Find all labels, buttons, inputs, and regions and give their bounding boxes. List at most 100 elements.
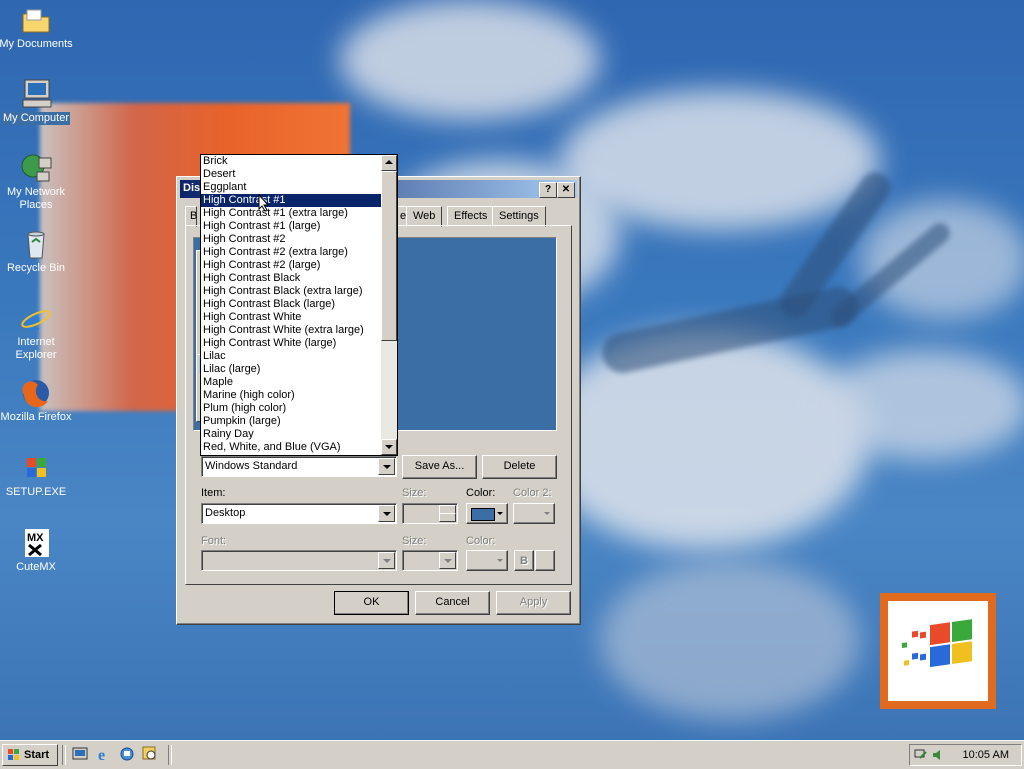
item-select[interactable]: Desktop bbox=[201, 503, 397, 524]
scheme-list-item[interactable]: Eggplant bbox=[201, 181, 381, 194]
ie-quicklaunch-icon[interactable]: e bbox=[96, 746, 112, 764]
clock[interactable]: 10:05 AM bbox=[963, 749, 1009, 761]
scheme-list[interactable]: Brick Desert Eggplant High Contrast #1 High … bbox=[201, 155, 381, 455]
scheme-list-item[interactable]: Marine (high color) bbox=[201, 389, 381, 402]
scheme-list-item[interactable]: Plum (high color) bbox=[201, 402, 381, 415]
scheme-list-item[interactable]: High Contrast Black bbox=[201, 272, 381, 285]
chevron-down-icon bbox=[439, 552, 456, 569]
scheme-list-item[interactable]: High Contrast White (extra large) bbox=[201, 324, 381, 337]
scheme-list-item[interactable]: High Contrast #2 bbox=[201, 233, 381, 246]
size-spinner bbox=[402, 503, 458, 524]
font-color-button bbox=[466, 550, 508, 571]
computer-icon bbox=[19, 78, 53, 110]
scheme-list-item[interactable]: High Contrast #1 bbox=[201, 194, 381, 207]
scheme-list-item[interactable]: Desert bbox=[201, 168, 381, 181]
desktop-icon-network-places[interactable]: My Network Places bbox=[0, 152, 74, 212]
cancel-button[interactable]: Cancel bbox=[415, 591, 490, 615]
chevron-down-icon[interactable] bbox=[378, 505, 395, 522]
windows-flag-icon bbox=[902, 619, 972, 668]
chevron-down-icon bbox=[378, 552, 395, 569]
svg-text:e: e bbox=[98, 747, 105, 762]
desktop-icon-internet-explorer[interactable]: e Internet Explorer bbox=[0, 301, 74, 362]
icon-label: SETUP.EXE bbox=[5, 486, 67, 498]
desktop-icon-firefox[interactable]: Mozilla Firefox bbox=[0, 377, 74, 424]
scroll-thumb[interactable] bbox=[381, 171, 397, 341]
font-size-select bbox=[402, 550, 458, 571]
apply-button: Apply bbox=[496, 591, 571, 615]
system-tray: 10:05 AM bbox=[909, 744, 1022, 766]
windows-flag-icon bbox=[19, 452, 53, 484]
icon-label: Internet Explorer bbox=[15, 336, 57, 361]
scheme-list-item[interactable]: Lilac (large) bbox=[201, 363, 381, 376]
icon-label: My Documents bbox=[0, 38, 73, 50]
chevron-down-icon bbox=[497, 512, 503, 515]
font-color-label: Color: bbox=[466, 535, 496, 547]
scroll-up-button[interactable] bbox=[381, 155, 397, 171]
tab-effects[interactable]: Effects bbox=[447, 206, 495, 227]
icon-label: My Network Places bbox=[6, 186, 66, 211]
font-size-label: Size: bbox=[402, 535, 427, 547]
icon-label: Mozilla Firefox bbox=[0, 411, 72, 423]
ie-icon: e bbox=[19, 301, 53, 337]
help-button[interactable]: ? bbox=[539, 182, 557, 198]
scroll-down-button[interactable] bbox=[381, 439, 397, 455]
color-swatch bbox=[471, 508, 495, 521]
chevron-down-icon bbox=[544, 512, 550, 515]
desktop-icon-cutemx[interactable]: MX CuteMX bbox=[0, 527, 74, 574]
mouse-cursor-icon bbox=[258, 194, 270, 212]
scheme-list-item[interactable]: High Contrast Black (extra large) bbox=[201, 285, 381, 298]
outlook-quicklaunch-icon[interactable] bbox=[119, 746, 135, 762]
ok-button[interactable]: OK bbox=[334, 591, 409, 615]
scheme-list-item[interactable]: Rainy Day bbox=[201, 428, 381, 441]
scheme-list-item[interactable]: High Contrast #1 (extra large) bbox=[201, 207, 381, 220]
sound-tray-icon[interactable] bbox=[930, 747, 946, 763]
item-label: Item: bbox=[201, 487, 226, 499]
color-picker-button[interactable] bbox=[466, 503, 508, 524]
scheme-list-item[interactable]: High Contrast #2 (extra large) bbox=[201, 246, 381, 259]
delete-button[interactable]: Delete bbox=[482, 455, 557, 479]
scheme-list-item[interactable]: Pumpkin (large) bbox=[201, 415, 381, 428]
start-label: Start bbox=[24, 749, 50, 761]
scrollbar[interactable] bbox=[381, 155, 397, 455]
search-quicklaunch-icon[interactable] bbox=[142, 746, 158, 762]
scheme-select[interactable]: Windows Standard bbox=[201, 456, 397, 477]
icon-label: CuteMX bbox=[16, 561, 56, 573]
tab-settings[interactable]: Settings bbox=[492, 206, 546, 227]
bold-button: B bbox=[514, 550, 534, 571]
scheme-list-item[interactable]: Lilac bbox=[201, 350, 381, 363]
color2-label: Color 2: bbox=[513, 487, 552, 499]
windows-logo bbox=[880, 593, 996, 709]
font-select bbox=[201, 550, 397, 571]
scheme-list-item[interactable]: Maple bbox=[201, 376, 381, 389]
folder-icon bbox=[19, 4, 53, 36]
network-tray-icon[interactable] bbox=[914, 747, 930, 763]
tab-web[interactable]: Web bbox=[406, 206, 443, 227]
scheme-list-item[interactable]: Brick bbox=[201, 155, 381, 168]
size-label: Size: bbox=[402, 487, 427, 499]
dialog-title: Dis bbox=[183, 182, 201, 194]
scheme-dropdown-list[interactable]: Brick Desert Eggplant High Contrast #1 High … bbox=[200, 154, 398, 456]
firefox-icon bbox=[19, 377, 53, 409]
close-button[interactable]: ✕ bbox=[557, 182, 575, 198]
windows-flag-icon bbox=[8, 749, 19, 760]
desktop-icon-my-documents[interactable]: My Documents bbox=[0, 4, 74, 51]
desktop-icon-recycle-bin[interactable]: Recycle Bin bbox=[0, 228, 74, 275]
color-label: Color: bbox=[466, 487, 496, 499]
scheme-list-item[interactable]: Red, White, and Blue (VGA) bbox=[201, 441, 381, 454]
scheme-list-item[interactable]: High Contrast White (large) bbox=[201, 337, 381, 350]
show-desktop-icon[interactable] bbox=[72, 746, 88, 762]
color2-picker-button bbox=[513, 503, 555, 524]
chevron-down-icon[interactable] bbox=[378, 458, 395, 475]
scheme-list-item[interactable]: High Contrast White bbox=[201, 311, 381, 324]
desktop-icon-my-computer[interactable]: My Computer bbox=[0, 78, 74, 125]
scheme-list-item[interactable]: High Contrast #1 (large) bbox=[201, 220, 381, 233]
taskbar: Start e 10:05 AM bbox=[0, 740, 1024, 769]
tab-background[interactable]: B bbox=[185, 206, 197, 227]
network-icon bbox=[19, 152, 53, 184]
scheme-list-item[interactable]: High Contrast Black (large) bbox=[201, 298, 381, 311]
start-button[interactable]: Start bbox=[2, 744, 58, 766]
desktop-icon-setup[interactable]: SETUP.EXE bbox=[0, 452, 74, 499]
cutemx-icon: MX bbox=[19, 527, 53, 559]
scheme-list-item[interactable]: High Contrast #2 (large) bbox=[201, 259, 381, 272]
save-as-button[interactable]: Save As... bbox=[402, 455, 477, 479]
